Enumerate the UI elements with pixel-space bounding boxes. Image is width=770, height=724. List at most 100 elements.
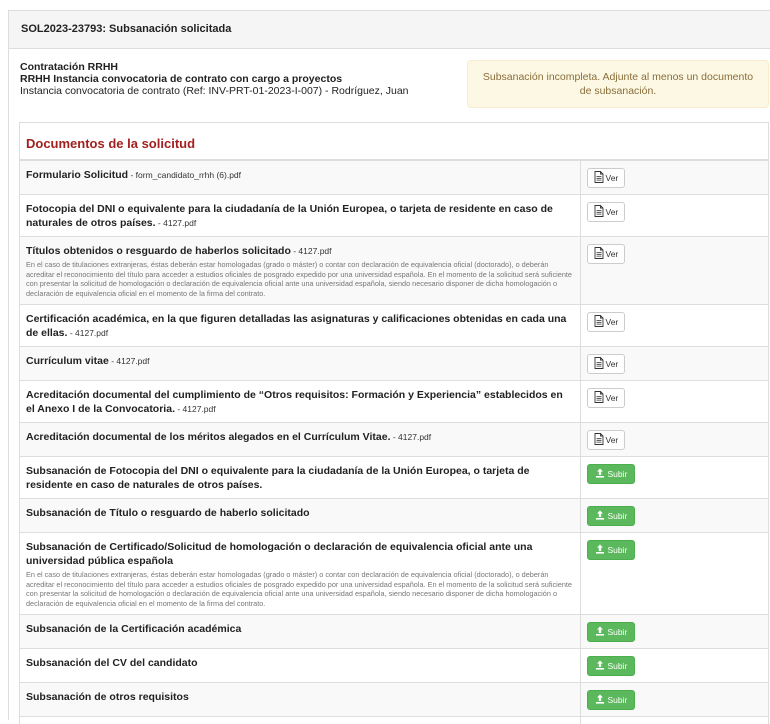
document-cell: Títulos obtenidos o resguardo de haberlo…	[20, 237, 580, 305]
document-name: Subsanación del CV del candidato	[26, 656, 574, 670]
table-row: Subsanación de acreditación méritos aleg…	[20, 717, 768, 724]
action-cell: Subir	[580, 457, 768, 499]
panel-title: SOL2023-23793: Subsanación solicitada	[9, 11, 770, 49]
warning-alert: Subsanación incompleta. Adjunte al menos…	[467, 60, 769, 108]
document-name: Títulos obtenidos o resguardo de haberlo…	[26, 244, 574, 258]
view-button[interactable]: Ver	[587, 388, 626, 408]
document-title: Subsanación de Fotocopia del DNI o equiv…	[26, 465, 530, 491]
action-cell: Subir	[580, 499, 768, 533]
action-cell: Ver	[580, 347, 768, 381]
upload-button-label: Subir	[608, 695, 628, 705]
document-name: Subsanación de Certificado/Solicitud de …	[26, 540, 574, 568]
table-row: Acreditación documental de los méritos a…	[20, 423, 768, 457]
request-reference: Instancia convocatoria de contrato (Ref:…	[20, 85, 409, 97]
view-button[interactable]: Ver	[587, 168, 626, 188]
document-cell: Certificación académica, en la que figur…	[20, 305, 580, 347]
upload-button[interactable]: Subir	[587, 656, 636, 676]
document-cell: Acreditación documental del cumplimiento…	[20, 381, 580, 423]
document-name: Formulario Solicitud - form_candidato_rr…	[26, 168, 574, 182]
file-text-icon	[594, 205, 604, 219]
document-name: Currículum vitae - 4127.pdf	[26, 354, 574, 368]
documents-title: Documentos de la solicitud	[20, 123, 768, 161]
request-category: Contratación RRHH	[20, 61, 409, 73]
request-panel: SOL2023-23793: Subsanación solicitada Co…	[8, 10, 770, 720]
table-row: Fotocopia del DNI o equivalente para la …	[20, 195, 768, 237]
table-row: Subsanación de Título o resguardo de hab…	[20, 499, 768, 533]
table-row: Títulos obtenidos o resguardo de haberlo…	[20, 237, 768, 305]
document-name: Acreditación documental de los méritos a…	[26, 430, 574, 444]
upload-button-label: Subir	[608, 545, 628, 555]
view-button-label: Ver	[606, 435, 619, 445]
document-title: Formulario Solicitud	[26, 169, 128, 181]
view-button[interactable]: Ver	[587, 354, 626, 374]
document-title: Subsanación de Título o resguardo de hab…	[26, 507, 310, 519]
document-file: - 4127.pdf	[291, 246, 332, 256]
file-text-icon	[594, 357, 604, 371]
documents-table: Formulario Solicitud - form_candidato_rr…	[20, 161, 768, 724]
action-cell: Ver	[580, 161, 768, 195]
upload-button[interactable]: Subir	[587, 540, 636, 560]
table-row: Formulario Solicitud - form_candidato_rr…	[20, 161, 768, 195]
view-button-label: Ver	[606, 207, 619, 217]
document-title: Subsanación de Certificado/Solicitud de …	[26, 541, 532, 567]
view-button[interactable]: Ver	[587, 430, 626, 450]
view-button-label: Ver	[606, 359, 619, 369]
view-button[interactable]: Ver	[587, 202, 626, 222]
upload-icon	[595, 625, 605, 639]
document-cell: Acreditación documental de los méritos a…	[20, 423, 580, 457]
document-cell: Subsanación de Título o resguardo de hab…	[20, 499, 580, 533]
table-row: Certificación académica, en la que figur…	[20, 305, 768, 347]
table-row: Subsanación de la Certificación académic…	[20, 615, 768, 649]
view-button[interactable]: Ver	[587, 244, 626, 264]
document-file: - 4127.pdf	[67, 328, 108, 338]
table-row: Subsanación de Fotocopia del DNI o equiv…	[20, 457, 768, 499]
document-file: - 4127.pdf	[175, 404, 216, 414]
action-cell: Ver	[580, 423, 768, 457]
upload-button-label: Subir	[608, 627, 628, 637]
action-cell: Subir	[580, 717, 768, 724]
action-cell: Ver	[580, 195, 768, 237]
action-cell: Subir	[580, 649, 768, 683]
document-cell: Subsanación de otros requisitos	[20, 683, 580, 717]
upload-button[interactable]: Subir	[587, 622, 636, 642]
file-text-icon	[594, 391, 604, 405]
document-title: Fotocopia del DNI o equivalente para la …	[26, 203, 553, 229]
table-row: Subsanación de otros requisitos Subir	[20, 683, 768, 717]
document-cell: Currículum vitae - 4127.pdf	[20, 347, 580, 381]
file-text-icon	[594, 247, 604, 261]
document-title: Acreditación documental del cumplimiento…	[26, 389, 563, 415]
file-text-icon	[594, 315, 604, 329]
request-summary: Contratación RRHH RRHH Instancia convoca…	[20, 61, 409, 97]
document-cell: Subsanación de Fotocopia del DNI o equiv…	[20, 457, 580, 499]
document-note: En el caso de titulaciones extranjeras, …	[26, 570, 574, 608]
document-title: Subsanación del CV del candidato	[26, 657, 198, 669]
upload-icon	[595, 693, 605, 707]
document-cell: Fotocopia del DNI o equivalente para la …	[20, 195, 580, 237]
document-title: Títulos obtenidos o resguardo de haberlo…	[26, 245, 291, 257]
action-cell: Subir	[580, 533, 768, 615]
document-name: Certificación académica, en la que figur…	[26, 312, 574, 340]
view-button[interactable]: Ver	[587, 312, 626, 332]
upload-button[interactable]: Subir	[587, 506, 636, 526]
document-name: Subsanación de Fotocopia del DNI o equiv…	[26, 464, 574, 492]
document-cell: Subsanación de la Certificación académic…	[20, 615, 580, 649]
document-name: Fotocopia del DNI o equivalente para la …	[26, 202, 574, 230]
upload-button[interactable]: Subir	[587, 690, 636, 710]
document-title: Subsanación de la Certificación académic…	[26, 623, 241, 635]
table-row: Currículum vitae - 4127.pdf Ver	[20, 347, 768, 381]
document-title: Subsanación de otros requisitos	[26, 691, 189, 703]
table-row: Subsanación de Certificado/Solicitud de …	[20, 533, 768, 615]
upload-button-label: Subir	[608, 661, 628, 671]
document-cell: Subsanación de Certificado/Solicitud de …	[20, 533, 580, 615]
action-cell: Ver	[580, 381, 768, 423]
upload-icon	[595, 509, 605, 523]
document-cell: Subsanación del CV del candidato	[20, 649, 580, 683]
view-button-label: Ver	[606, 393, 619, 403]
document-name: Subsanación de Título o resguardo de hab…	[26, 506, 574, 520]
action-cell: Ver	[580, 237, 768, 305]
upload-button[interactable]: Subir	[587, 464, 636, 484]
document-name: Acreditación documental del cumplimiento…	[26, 388, 574, 416]
document-title: Acreditación documental de los méritos a…	[26, 431, 391, 443]
view-button-label: Ver	[606, 173, 619, 183]
view-button-label: Ver	[606, 249, 619, 259]
